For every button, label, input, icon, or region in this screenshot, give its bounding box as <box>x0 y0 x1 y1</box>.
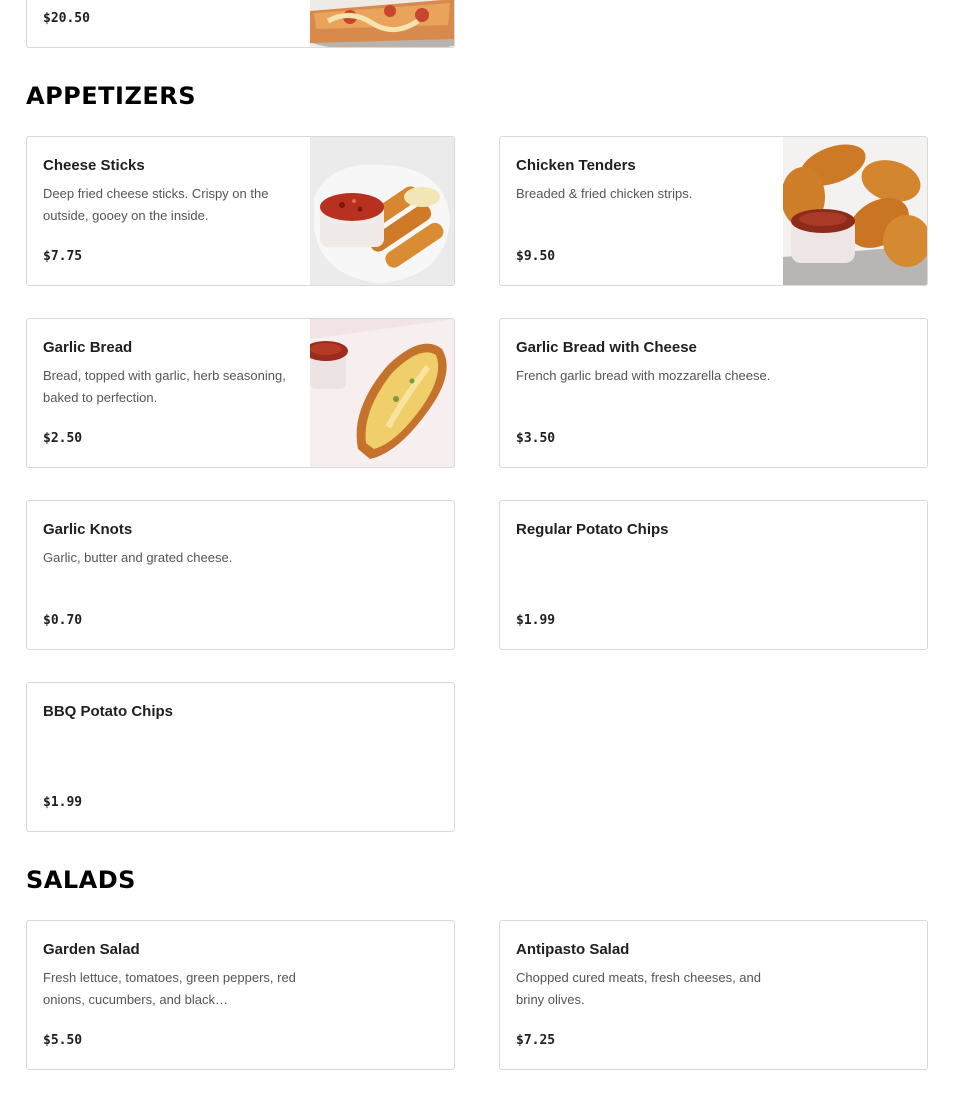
item-description: Garlic, butter and grated cheese. <box>43 550 233 565</box>
item-price: $1.99 <box>516 613 556 628</box>
cheese-sticks-photo <box>310 137 454 285</box>
item-name: Antipasto Salad <box>516 941 630 958</box>
item-name: Cheese Sticks <box>43 157 145 174</box>
item-description: Bread, topped with garlic, herb seasonin… <box>43 368 286 405</box>
item-price: $7.25 <box>516 1033 556 1048</box>
item-name: BBQ Potato Chips <box>43 703 173 720</box>
item-price: $20.50 <box>43 11 90 26</box>
item-name: Chicken Tenders <box>516 157 636 174</box>
item-price: $3.50 <box>516 431 556 446</box>
item-description: Breaded & fried chicken strips. <box>516 186 693 201</box>
chicken-tenders-photo <box>783 137 927 285</box>
menu-item-card[interactable]: $20.50 <box>26 0 455 48</box>
item-description: Chopped cured meats, fresh cheeses, and … <box>516 970 761 1007</box>
item-price: $5.50 <box>43 1033 83 1048</box>
section-title-appetizers: APPETIZERS <box>26 82 197 110</box>
menu-item-garlic-bread-with-cheese[interactable]: Garlic Bread with Cheese French garlic b… <box>499 318 928 468</box>
menu-item-chicken-tenders[interactable]: Chicken Tenders Breaded & fried chicken … <box>499 136 928 286</box>
item-description: Deep fried cheese sticks. Crispy on the … <box>43 186 269 223</box>
item-price: $1.99 <box>43 795 83 810</box>
item-price: $7.75 <box>43 249 83 264</box>
menu-item-garlic-bread[interactable]: Garlic Bread Bread, topped with garlic, … <box>26 318 455 468</box>
item-price: $9.50 <box>516 249 556 264</box>
item-name: Garlic Bread with Cheese <box>516 339 697 356</box>
menu-item-bbq-potato-chips[interactable]: BBQ Potato Chips $1.99 <box>26 682 455 832</box>
item-price: $2.50 <box>43 431 83 446</box>
item-name: Garlic Bread <box>43 339 133 356</box>
menu-item-cheese-sticks[interactable]: Cheese Sticks Deep fried cheese sticks. … <box>26 136 455 286</box>
menu-item-garden-salad[interactable]: Garden Salad Fresh lettuce, tomatoes, gr… <box>26 920 455 1070</box>
menu-item-antipasto-salad[interactable]: Antipasto Salad Chopped cured meats, fre… <box>499 920 928 1070</box>
item-name: Regular Potato Chips <box>516 521 669 538</box>
item-name: Garlic Knots <box>43 521 133 538</box>
garlic-bread-photo <box>310 319 454 467</box>
item-price: $0.70 <box>43 613 83 628</box>
item-description: Fresh lettuce, tomatoes, green peppers, … <box>43 970 296 1007</box>
menu-item-garlic-knots[interactable]: Garlic Knots Garlic, butter and grated c… <box>26 500 455 650</box>
item-description: French garlic bread with mozzarella chee… <box>516 368 771 383</box>
item-name: Garden Salad <box>43 941 140 958</box>
menu-item-regular-potato-chips[interactable]: Regular Potato Chips $1.99 <box>499 500 928 650</box>
section-title-salads: SALADS <box>26 866 136 894</box>
pizza-photo <box>310 0 454 47</box>
